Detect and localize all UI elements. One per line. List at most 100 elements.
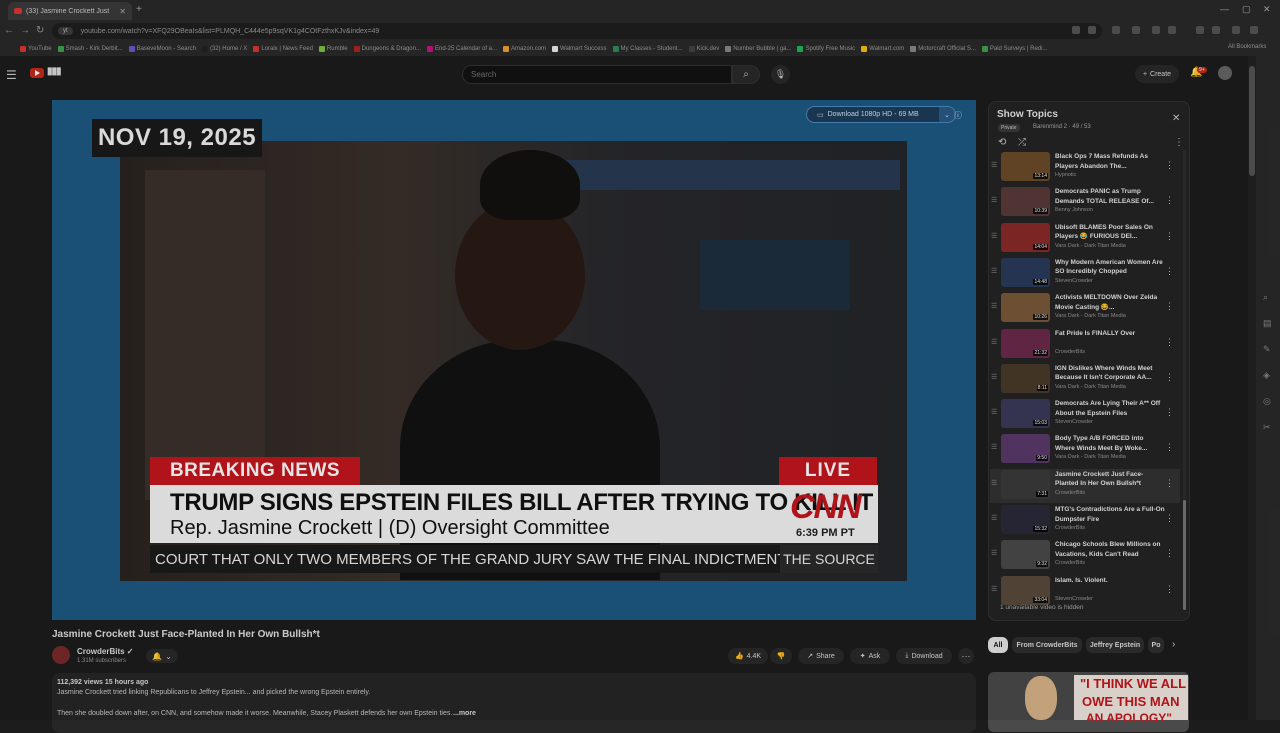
site-info-pill[interactable]: yt [58,27,73,35]
channel-avatar[interactable] [52,646,70,664]
tools-icon[interactable]: ✂ [1263,422,1271,433]
more-options-icon[interactable]: ⋮ [1165,407,1174,418]
bookmark-item[interactable]: Spotify Free Music [797,46,855,52]
close-icon[interactable]: ✕ [1172,113,1180,124]
youtube-logo-icon[interactable] [30,68,44,78]
video-thumbnail[interactable]: 9:32 [1001,540,1050,570]
share-button[interactable]: ↗ Share [798,648,844,664]
extension-icon[interactable] [1196,26,1204,34]
loop-icon[interactable]: ⟲ [998,137,1006,148]
youtube-wordmark[interactable]: ▮▮▮ [47,66,61,77]
dislike-button[interactable]: 👎 [770,648,792,664]
playlist-title[interactable]: Show Topics [997,109,1058,120]
account-avatar[interactable] [1218,66,1232,80]
search-icon[interactable]: ⌕ [1263,292,1268,303]
create-button[interactable]: + Create [1135,65,1179,83]
bookmark-item[interactable]: Number Bubble | ga... [725,46,791,52]
extension-icon[interactable] [1072,26,1080,34]
description-more-link[interactable]: ...more [453,710,476,717]
video-thumbnail[interactable]: 21:32 [1001,328,1050,358]
chip-topic[interactable]: Jeffrey Epstein [1086,637,1144,653]
shuffle-icon[interactable]: ⤮ [1018,137,1026,148]
all-bookmarks-link[interactable]: All Bookmarks [1228,44,1266,50]
more-options-icon[interactable]: ⋮ [1165,231,1174,242]
profile-icon[interactable] [1250,26,1258,34]
wallet-icon[interactable]: ▤ [1263,318,1272,329]
bookmark-item[interactable]: YouTube [20,46,52,52]
chip-all[interactable]: All [988,637,1008,653]
extension-icon[interactable] [1232,26,1240,34]
video-thumbnail[interactable]: 9:50 [1001,434,1050,464]
extension-icon[interactable] [1132,26,1140,34]
tag-icon[interactable]: ◈ [1263,370,1270,381]
video-thumbnail[interactable]: 15:32 [1001,505,1050,534]
video-thumbnail[interactable]: 10:39 [1001,187,1050,217]
bookmark-item[interactable]: Motorcraft Official S... [910,46,976,52]
bookmark-item[interactable]: (32) Home / X [201,46,247,52]
playlist-scrollbar-thumb[interactable] [1183,500,1186,610]
video-thumbnail[interactable]: 10:26 [1001,293,1050,323]
bookmark-item[interactable]: End-25 Calendar of a... [426,46,497,52]
video-thumbnail[interactable]: 7:31 [1001,469,1050,499]
maximize-icon[interactable]: ▢ [1242,4,1251,15]
chevron-right-icon[interactable]: › [1172,639,1175,650]
chip-from-channel[interactable]: From CrowderBits [1012,637,1082,653]
bookmark-star-icon[interactable] [1088,26,1096,34]
bookmark-item[interactable]: Paid Surveys | Redi... [981,46,1047,52]
more-options-icon[interactable]: ⋮ [1165,584,1174,595]
more-options-icon[interactable]: ⋮ [1165,301,1174,312]
channel-name[interactable]: CrowderBits ✓ [77,647,134,656]
like-button[interactable]: 👍 4.4K [728,648,768,664]
playlist-item[interactable]: ☰ 9:50 Body Type A/B FORCED into Where Win… [990,433,1180,467]
download-button[interactable]: ⤓ Download [896,648,952,664]
video-thumbnail[interactable]: 13:14 [1001,152,1050,181]
playlist-item[interactable]: ☰ 15:32 MTG's Contradictions Are a Full-On… [990,504,1180,538]
description-box[interactable] [52,673,976,733]
more-options-icon[interactable]: ⋮ [1165,513,1174,524]
playlist-item[interactable]: ☰ 9:32 Chicago Schools Blew Millions on Va… [990,539,1180,573]
chip-topic[interactable]: Po [1148,637,1164,653]
menu-icon[interactable]: ☰ [6,68,17,82]
address-bar[interactable]: yt youtube.com/watch?v=XFQ29OBeaIs&list=… [52,23,1102,39]
playlist-item[interactable]: ☰ 7:31 Jasmine Crockett Just Face-Planted … [990,468,1180,503]
chevron-down-icon[interactable]: ⌄ [939,107,955,122]
back-icon[interactable]: ← [4,25,14,36]
voice-search-button[interactable]: 🎙 [771,65,790,84]
bookmark-item[interactable]: Walmart Success [552,46,607,52]
more-options-icon[interactable]: ⋮ [1165,266,1174,277]
extension-icon[interactable] [1168,26,1176,34]
download-hd-button[interactable]: ▭ Download 1080p HD - 69 MB ⌄ [806,106,956,123]
edit-icon[interactable]: ✎ [1263,344,1271,355]
drag-handle-icon[interactable]: ☰ [991,232,997,240]
playlist-item[interactable]: ☰ 10:39 Democrats PANIC as Trump Demands T… [990,186,1180,220]
bookmark-item[interactable]: Smash - Kirk Derbit... [57,46,123,52]
reload-icon[interactable]: ↻ [36,25,44,36]
drag-handle-icon[interactable]: ☰ [991,338,997,346]
more-actions-icon[interactable]: ⋯ [958,648,974,664]
playlist-item[interactable]: ☰ 13:14 Black Ops 7 Mass Refunds As Player… [990,151,1180,185]
tab-close-icon[interactable]: ✕ [119,7,126,16]
more-options-icon[interactable]: ⋮ [1165,548,1174,559]
games-icon[interactable]: ◎ [1263,396,1271,407]
more-options-icon[interactable]: ⋮ [1174,137,1184,148]
extension-icon[interactable] [1152,26,1160,34]
drag-handle-icon[interactable]: ☰ [991,267,997,275]
forward-icon[interactable]: → [20,25,30,36]
drag-handle-icon[interactable]: ☰ [991,302,997,310]
more-options-icon[interactable]: ⋮ [1165,337,1174,348]
new-tab-icon[interactable]: + [136,4,142,15]
video-thumbnail[interactable]: 33:04 [1001,575,1050,605]
video-thumbnail[interactable]: 14:04 [1001,222,1050,252]
playlist-item[interactable]: ☰ 15:03 Democrats Are Lying Their A** Off … [990,398,1180,432]
bookmark-item[interactable]: BaseveMoon - Search [128,46,196,52]
video-thumbnail[interactable]: 8:11 [1001,363,1050,393]
browser-tab[interactable]: (33) Jasmine Crockett Just ✕ [8,2,132,20]
playlist-item[interactable]: ☰ 14:48 Why Modern American Women Are SO I… [990,257,1180,291]
bookmark-item[interactable]: Amazon.com [503,46,546,52]
drag-handle-icon[interactable]: ☰ [991,479,997,487]
more-options-icon[interactable]: ⋮ [1165,160,1174,171]
drag-handle-icon[interactable]: ☰ [991,161,997,169]
video-thumbnail[interactable]: 14:48 [1001,257,1050,287]
ask-button[interactable]: ✦ Ask [850,648,890,664]
search-input[interactable] [462,65,732,84]
